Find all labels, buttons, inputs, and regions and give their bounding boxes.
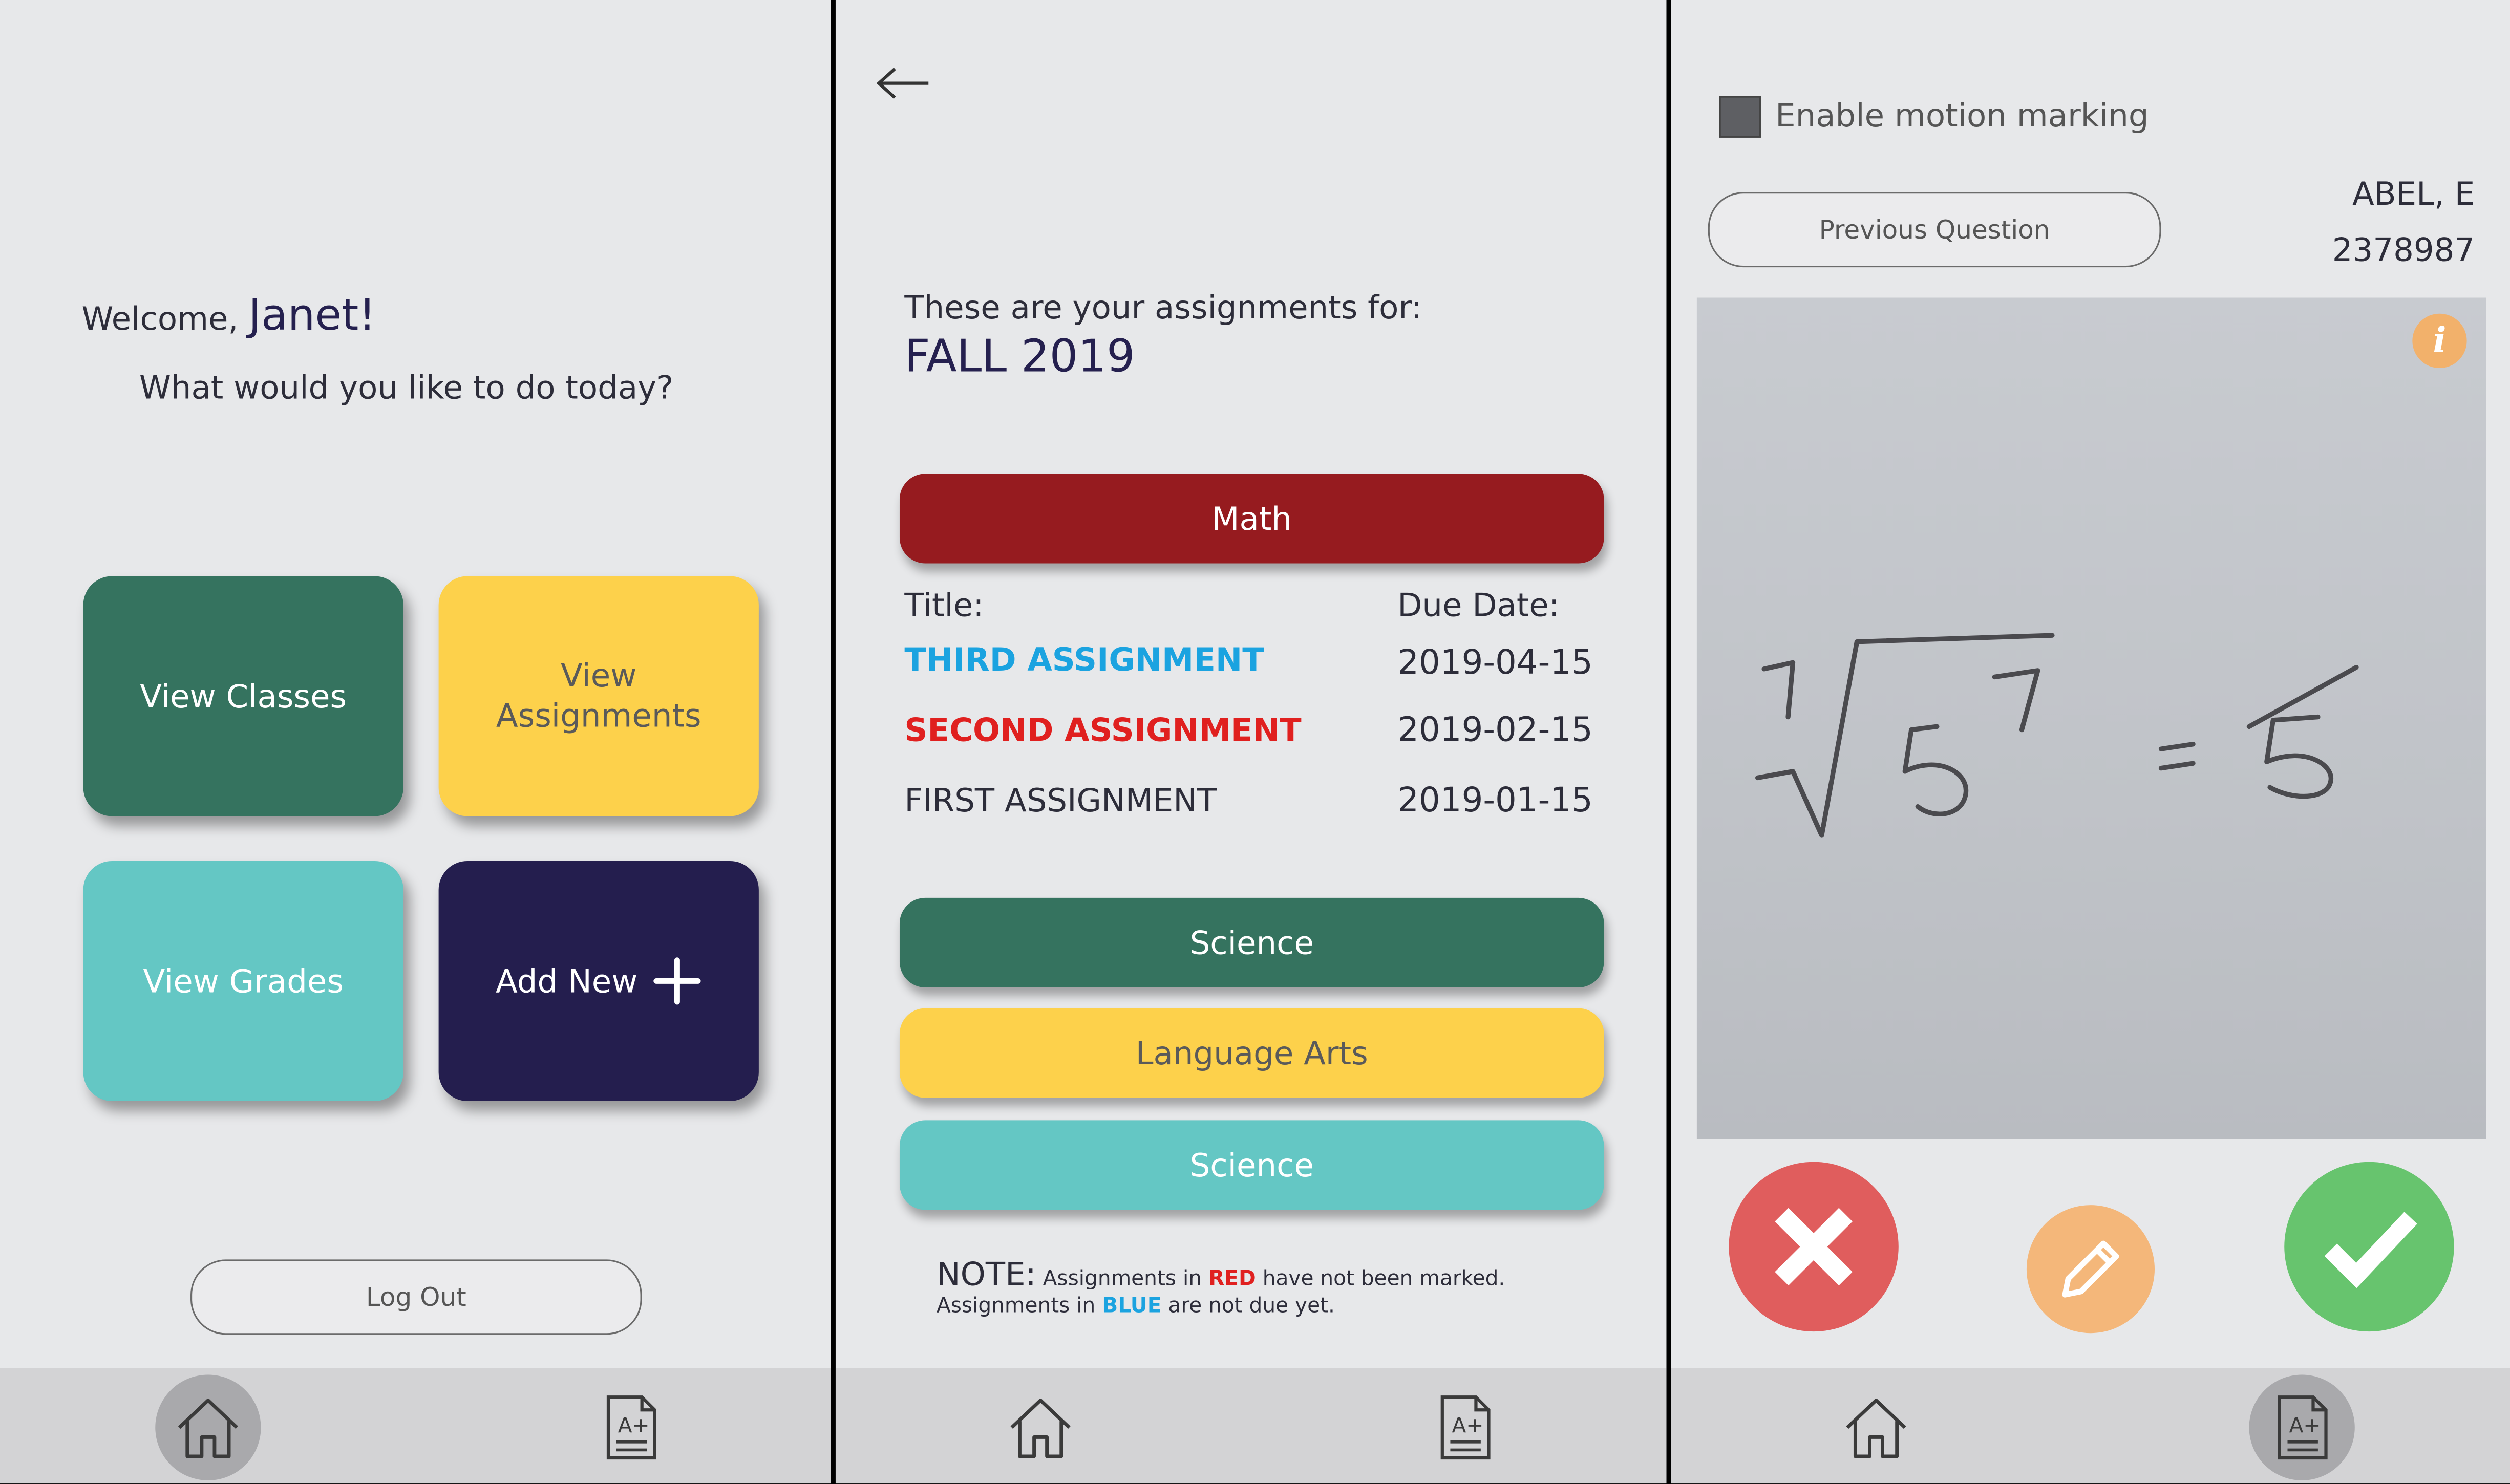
assignments-intro: These are your assignments for: (904, 288, 1422, 327)
due-date-column-header: Due Date: (1397, 586, 1560, 625)
previous-question-label: Previous Question (1819, 214, 2050, 245)
user-name: Janet! (248, 291, 376, 341)
close-icon (1775, 1208, 1853, 1286)
marking-screen: Enable motion marking Previous Question … (1671, 0, 2510, 1484)
svg-text:A+: A+ (618, 1413, 650, 1437)
assignment-due-date: 2019-02-15 (1397, 711, 1593, 749)
class-label: Science (1189, 1146, 1314, 1185)
home-icon (1010, 1399, 1071, 1458)
home-screen: Welcome, Janet! What would you like to d… (0, 0, 831, 1484)
bottom-nav: A+ (0, 1368, 831, 1484)
home-icon (178, 1399, 239, 1458)
info-icon[interactable]: i (2412, 313, 2467, 369)
svg-text:A+: A+ (1452, 1413, 1484, 1437)
view-classes-tile[interactable]: View Classes (83, 576, 403, 816)
view-assignments-label: View Assignments (496, 656, 701, 735)
add-new-tile[interactable]: Add New (438, 861, 759, 1101)
assignment-due-date: 2019-01-15 (1397, 781, 1593, 820)
answer-photo: i (1696, 297, 2486, 1139)
motion-marking-label: Enable motion marking (1775, 96, 2149, 135)
class-button-science-2[interactable]: Science (899, 1120, 1604, 1210)
class-label: Language Arts (1135, 1034, 1368, 1072)
home-nav-button[interactable] (155, 1374, 261, 1480)
class-button-math[interactable]: Math (899, 474, 1604, 564)
prompt-question: What would you like to do today? (139, 368, 674, 407)
title-column-header: Title: (904, 586, 984, 625)
student-info: ABEL, E 2378987 (2332, 166, 2475, 278)
assignment-title[interactable]: THIRD ASSIGNMENT (904, 640, 1264, 679)
pencil-icon (2062, 1240, 2119, 1298)
view-grades-label: View Grades (143, 961, 344, 1000)
report-card-icon: A+ (1440, 1395, 1491, 1460)
note-text: are not due yet. (1168, 1295, 1335, 1319)
view-grades-tile[interactable]: View Grades (83, 861, 403, 1101)
legend-note: NOTE: Assignments in RED have not been m… (936, 1258, 1505, 1321)
add-new-label: Add New (496, 961, 638, 1000)
note-text: have not been marked. (1262, 1267, 1505, 1292)
assignments-screen: These are your assignments for: FALL 201… (835, 0, 1667, 1484)
assignment-title[interactable]: SECOND ASSIGNMENT (904, 711, 1301, 749)
previous-question-button[interactable]: Previous Question (1708, 192, 2161, 268)
svg-text:A+: A+ (2289, 1413, 2321, 1437)
note-text: Assignments in (936, 1295, 1096, 1319)
view-assignments-tile[interactable]: View Assignments (438, 576, 759, 816)
note-red-keyword: RED (1208, 1267, 1256, 1292)
checkmark-icon (2324, 1212, 2417, 1288)
accept-button[interactable] (2284, 1162, 2454, 1332)
bottom-nav: A+ (835, 1368, 1667, 1484)
motion-marking-checkbox[interactable] (1719, 96, 1761, 138)
reject-button[interactable] (1729, 1162, 1899, 1332)
student-name: ABEL, E (2352, 174, 2475, 213)
home-nav-button[interactable] (988, 1374, 1093, 1480)
report-card-icon: A+ (606, 1395, 656, 1460)
welcome-prefix: Welcome, (81, 299, 239, 338)
handwritten-answer (1755, 633, 2359, 838)
class-label: Science (1189, 923, 1314, 962)
note-blue-keyword: BLUE (1102, 1295, 1162, 1319)
report-card-icon: A+ (2278, 1395, 2328, 1460)
grades-nav-button[interactable]: A+ (2249, 1374, 2355, 1480)
class-button-language-arts[interactable]: Language Arts (899, 1008, 1604, 1098)
home-icon (1846, 1399, 1906, 1458)
back-arrow-icon[interactable] (874, 61, 932, 106)
logout-label: Log Out (366, 1282, 466, 1313)
student-id: 2378987 (2332, 230, 2475, 269)
term-label: FALL 2019 (904, 330, 1135, 383)
info-glyph: i (2433, 320, 2447, 362)
logout-button[interactable]: Log Out (190, 1259, 642, 1335)
view-classes-label: View Classes (140, 676, 347, 715)
class-label: Math (1211, 499, 1292, 538)
grades-nav-button[interactable]: A+ (1412, 1374, 1517, 1480)
bottom-nav: A+ (1671, 1368, 2510, 1484)
edit-button[interactable] (2026, 1205, 2155, 1334)
home-nav-button[interactable] (1823, 1374, 1929, 1480)
class-button-science[interactable]: Science (899, 897, 1604, 987)
grades-nav-button[interactable]: A+ (578, 1374, 684, 1480)
assignment-due-date: 2019-04-15 (1397, 643, 1593, 682)
note-label: NOTE: (936, 1255, 1036, 1294)
plus-icon (654, 957, 701, 1005)
note-text: Assignments in (1043, 1267, 1202, 1292)
welcome-message: Welcome, Janet! (81, 291, 376, 341)
assignment-title[interactable]: FIRST ASSIGNMENT (904, 781, 1217, 820)
